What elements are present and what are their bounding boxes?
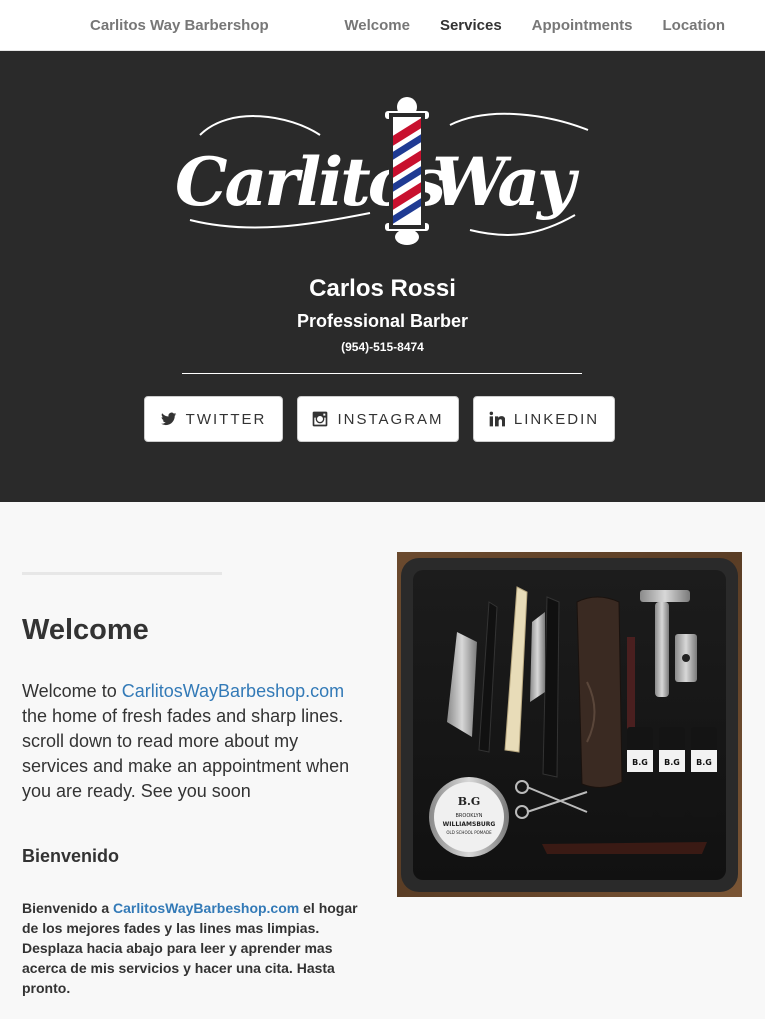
svg-text:Way: Way	[432, 143, 580, 221]
bienvenido-heading: Bienvenido	[22, 846, 120, 866]
twitter-icon	[160, 412, 177, 426]
hero-header: Carlitos Way Carlos Rossi Professional B…	[0, 51, 765, 502]
leather-strop-icon	[576, 596, 623, 788]
navbar: Carlitos Way Barbershop Welcome Services…	[0, 0, 765, 51]
tin-brand: B.G	[458, 795, 481, 808]
barber-tools-photo: B.G B.G B.G B.G BROOKLYN WILLIAMSBURG OL…	[397, 552, 742, 897]
oil-bottles-icon: B.G B.G B.G	[627, 727, 717, 817]
nav-link-welcome[interactable]: Welcome	[329, 0, 425, 51]
wooden-comb-icon	[542, 842, 707, 854]
linkedin-icon	[489, 411, 505, 427]
tin-product: OLD SCHOOL POMADE	[446, 830, 492, 835]
tin-city: BROOKLYN	[456, 813, 483, 819]
welcome-intro: Welcome to	[22, 681, 122, 701]
linkedin-button[interactable]: LINKEDIN	[473, 396, 615, 442]
section-divider	[22, 572, 222, 575]
twitter-button[interactable]: TWITTER	[144, 396, 283, 442]
tin-line: WILLIAMSBURG	[443, 821, 496, 828]
bienvenido-paragraph: Bienvenido a CarlitosWayBarbeshop.com el…	[22, 898, 372, 998]
razor-blade-icon	[675, 634, 697, 682]
site-link-spanish[interactable]: CarlitosWayBarbeshop.com	[113, 900, 299, 916]
welcome-paragraph: Welcome to CarlitosWayBarbeshop.com the …	[22, 679, 367, 804]
site-link[interactable]: CarlitosWayBarbeshop.com	[122, 681, 344, 701]
hero-divider	[182, 373, 582, 374]
brand-link[interactable]: Carlitos Way Barbershop	[90, 17, 269, 34]
nav-link-location[interactable]: Location	[648, 0, 765, 51]
carlitos-way-logo: Carlitos Way	[175, 97, 589, 245]
nav-links: Welcome Services Appointments Location	[329, 0, 765, 51]
instagram-icon	[313, 411, 328, 427]
nav-link-appointments[interactable]: Appointments	[517, 0, 648, 51]
bottle-label-1: B.G	[632, 758, 648, 767]
phone-number: (954)-515-8474	[341, 340, 424, 354]
nav-link-services[interactable]: Services	[425, 0, 517, 51]
bienvenido-intro: Bienvenido a	[22, 900, 114, 916]
pomade-tin-icon: B.G BROOKLYN WILLIAMSBURG OLD SCHOOL POM…	[429, 777, 509, 857]
bottle-label-2: B.G	[664, 758, 680, 767]
twitter-label: TWITTER	[185, 410, 267, 428]
linkedin-label: LINKEDIN	[513, 410, 600, 428]
instagram-label: INSTAGRAM	[337, 410, 444, 428]
instagram-button[interactable]: INSTAGRAM	[297, 396, 459, 442]
bottle-label-3: B.G	[696, 758, 712, 767]
barber-name: Carlos Rossi	[309, 275, 456, 302]
welcome-heading: Welcome	[22, 614, 149, 646]
welcome-body: the home of fresh fades and sharp lines.…	[22, 706, 350, 801]
barber-title: Professional Barber	[296, 311, 469, 331]
